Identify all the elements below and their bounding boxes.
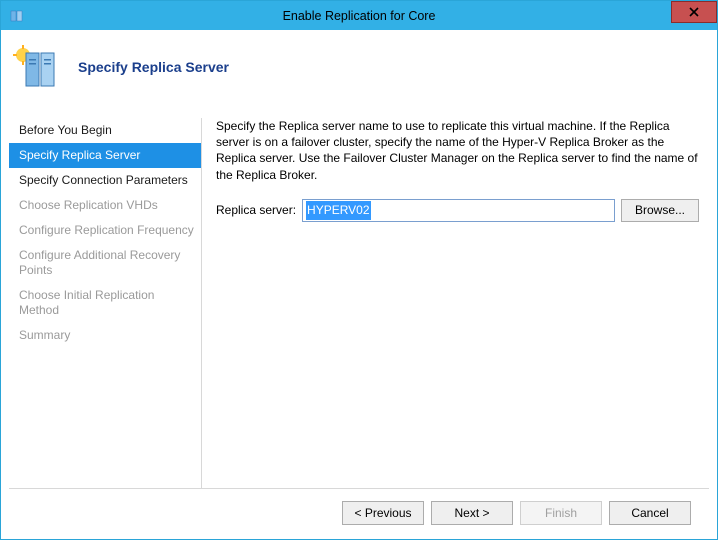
close-icon [689,7,699,17]
sidebar-item-configure-additional-recovery-points: Configure Additional Recovery Points [9,243,201,283]
replica-server-value: HYPERV02 [306,201,370,220]
wizard-steps-sidebar: Before You Begin Specify Replica Server … [9,112,201,488]
finish-button: Finish [520,501,602,525]
wizard-window: Enable Replication for Core Specify Repl… [0,0,718,540]
wizard-header: Specify Replica Server [1,30,717,104]
sidebar-item-before-you-begin[interactable]: Before You Begin [9,118,201,143]
wizard-header-icon [13,45,58,90]
sidebar-item-configure-replication-frequency: Configure Replication Frequency [9,218,201,243]
close-button[interactable] [671,1,717,23]
next-button[interactable]: Next > [431,501,513,525]
previous-button[interactable]: < Previous [342,501,424,525]
wizard-footer: < Previous Next > Finish Cancel [9,488,709,539]
sidebar-item-choose-initial-replication-method: Choose Initial Replication Method [9,283,201,323]
app-icon [9,8,25,24]
sidebar-item-summary: Summary [9,323,201,348]
replica-server-input[interactable]: HYPERV02 [302,199,615,222]
content-area: Before You Begin Specify Replica Server … [1,104,717,488]
page-title: Specify Replica Server [78,59,229,75]
main-panel: Specify the Replica server name to use t… [202,112,709,488]
sidebar-item-specify-replica-server[interactable]: Specify Replica Server [9,143,201,168]
replica-server-row: Replica server: HYPERV02 Browse... [216,199,699,222]
titlebar: Enable Replication for Core [1,1,717,30]
sidebar-item-specify-connection-parameters[interactable]: Specify Connection Parameters [9,168,201,193]
window-title: Enable Replication for Core [283,9,436,23]
browse-button[interactable]: Browse... [621,199,699,222]
cancel-button[interactable]: Cancel [609,501,691,525]
description-text: Specify the Replica server name to use t… [216,118,699,183]
replica-server-label: Replica server: [216,203,296,217]
sidebar-item-choose-replication-vhds: Choose Replication VHDs [9,193,201,218]
